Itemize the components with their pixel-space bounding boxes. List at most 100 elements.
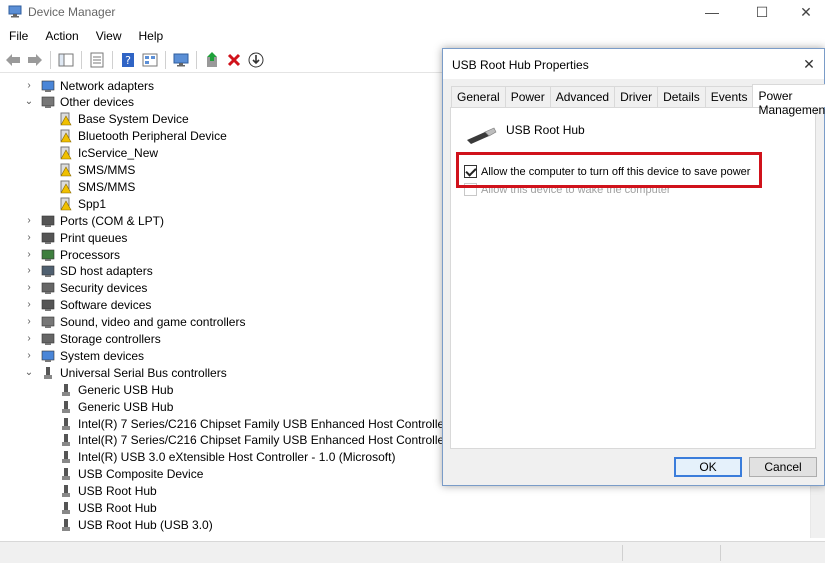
- unknown-device-icon: [60, 129, 72, 143]
- speaker-icon: [41, 316, 55, 329]
- download-icon[interactable]: [246, 50, 266, 70]
- warning-device-icon: [60, 112, 72, 126]
- tree-item[interactable]: USB Root Hub: [59, 500, 157, 517]
- tree-item[interactable]: › Processors: [27, 246, 121, 263]
- chevron-right-icon[interactable]: ›: [24, 265, 34, 276]
- properties-icon[interactable]: [87, 50, 107, 70]
- chevron-right-icon[interactable]: ›: [24, 282, 34, 293]
- tree-item-label: Security devices: [60, 281, 148, 296]
- chevron-down-icon[interactable]: ⌄: [24, 96, 34, 107]
- unknown-device-icon: [60, 180, 72, 194]
- chevron-right-icon[interactable]: ›: [24, 333, 34, 344]
- tree-item[interactable]: ⌄ Other devices: [25, 94, 135, 111]
- chevron-right-icon[interactable]: ›: [24, 299, 34, 310]
- tree-item[interactable]: ⌄ Universal Serial Bus controllers: [25, 364, 227, 381]
- chevron-right-icon[interactable]: ›: [24, 249, 34, 260]
- tab-advanced[interactable]: Advanced: [549, 86, 616, 107]
- ok-button[interactable]: OK: [674, 457, 742, 477]
- tree-item[interactable]: › Software devices: [27, 297, 152, 314]
- dialog-tabs: General Power Advanced Driver Details Ev…: [451, 84, 825, 117]
- update-driver-icon[interactable]: [202, 50, 222, 70]
- chevron-right-icon[interactable]: ›: [24, 215, 34, 226]
- view-icon[interactable]: [140, 50, 160, 70]
- tree-item[interactable]: › System devices: [27, 347, 144, 364]
- menu-view[interactable]: View: [87, 27, 130, 47]
- tree-item-label: Ports (COM & LPT): [60, 213, 165, 228]
- power-management-panel: USB Root Hub Allow the computer to turn …: [450, 107, 816, 449]
- tab-general[interactable]: General: [451, 86, 506, 107]
- status-divider: [622, 545, 623, 561]
- tab-driver[interactable]: Driver: [614, 86, 659, 107]
- tree-item[interactable]: SMS/MMS: [59, 178, 135, 195]
- tree-item-label: Processors: [60, 247, 121, 262]
- usb-device-icon: [62, 518, 70, 531]
- forward-arrow-icon[interactable]: [25, 50, 45, 70]
- close-button[interactable]: ✕: [783, 0, 825, 24]
- tree-item-label: USB Root Hub: [78, 501, 157, 515]
- tree-item[interactable]: SMS/MMS: [59, 162, 135, 179]
- chevron-right-icon[interactable]: ›: [24, 80, 34, 91]
- tab-power[interactable]: Power: [504, 86, 551, 107]
- tab-details[interactable]: Details: [657, 86, 706, 107]
- tree-item[interactable]: USB Root Hub: [59, 483, 157, 500]
- dialog-title: USB Root Hub Properties: [452, 58, 589, 72]
- tree-item-label: USB Root Hub: [78, 484, 157, 499]
- svg-text:?: ?: [125, 54, 131, 67]
- uninstall-icon[interactable]: [224, 50, 244, 70]
- back-arrow-icon[interactable]: [3, 50, 23, 70]
- tree-item[interactable]: › Security devices: [27, 280, 148, 297]
- highlight-box: [456, 152, 762, 188]
- tree-item-label: Spp1: [78, 196, 107, 211]
- chevron-right-icon[interactable]: ›: [24, 350, 34, 361]
- tree-item-label: SMS/MMS: [78, 179, 136, 194]
- tree-item-label: SMS/MMS: [78, 163, 136, 177]
- tree-item[interactable]: Intel(R) USB 3.0 eXtensible Host Control…: [59, 449, 395, 466]
- tab-power-management[interactable]: Power Management: [752, 84, 825, 117]
- usb-device-icon: [62, 485, 70, 498]
- maximize-button[interactable]: ☐: [739, 0, 785, 24]
- tree-item[interactable]: › Network adapters: [27, 77, 154, 94]
- usb-icon: [44, 366, 52, 379]
- chevron-right-icon[interactable]: ›: [24, 316, 34, 327]
- tree-item[interactable]: Generic USB Hub: [59, 398, 173, 415]
- menu-file[interactable]: File: [0, 27, 36, 47]
- minimize-button[interactable]: —: [689, 0, 735, 24]
- cancel-button[interactable]: Cancel: [749, 457, 817, 477]
- tab-events[interactable]: Events: [704, 86, 754, 107]
- other-devices-icon: [41, 97, 55, 109]
- dialog-close-button[interactable]: ✕: [800, 55, 818, 73]
- tree-item[interactable]: Intel(R) 7 Series/C216 Chipset Family US…: [59, 415, 487, 432]
- tree-item[interactable]: › Ports (COM & LPT): [27, 212, 165, 229]
- tree-item[interactable]: › Print queues: [27, 229, 127, 246]
- network-adapter-icon: [41, 80, 55, 92]
- tree-item[interactable]: › Storage controllers: [27, 331, 160, 348]
- tree-item[interactable]: Spp1: [59, 195, 106, 212]
- chevron-right-icon[interactable]: ›: [24, 232, 34, 243]
- tree-item[interactable]: Base System Device: [59, 111, 189, 128]
- tree-item[interactable]: › SD host adapters: [27, 263, 152, 280]
- tree-item[interactable]: › Sound, video and game controllers: [27, 314, 245, 331]
- usb-device-icon: [62, 434, 70, 447]
- help-icon[interactable]: ?: [118, 50, 138, 70]
- chevron-down-icon[interactable]: ⌄: [24, 367, 34, 378]
- tree-item[interactable]: USB Composite Device: [59, 466, 203, 483]
- tree-item[interactable]: Generic USB Hub: [59, 381, 173, 398]
- tree-item[interactable]: USB Root Hub (USB 3.0): [59, 516, 213, 533]
- tree-item-label: Software devices: [60, 298, 152, 313]
- tree-item-label: USB Composite Device: [78, 467, 204, 482]
- tree-item-label: Intel(R) 7 Series/C216 Chipset Family US…: [78, 416, 487, 431]
- printer-icon: [41, 232, 55, 244]
- tree-item-label: Other devices: [60, 95, 135, 110]
- menu-help[interactable]: Help: [130, 27, 172, 47]
- monitor-icon[interactable]: [171, 50, 191, 70]
- tree-item-label: Intel(R) USB 3.0 eXtensible Host Control…: [78, 450, 396, 465]
- console-tree-icon[interactable]: [56, 50, 76, 70]
- dialog-title-bar: USB Root Hub Properties ✕: [443, 49, 824, 79]
- tree-item[interactable]: IcService_New: [59, 145, 158, 162]
- tree-item[interactable]: Intel(R) 7 Series/C216 Chipset Family US…: [59, 432, 489, 449]
- menu-action[interactable]: Action: [36, 27, 86, 47]
- tree-item[interactable]: Bluetooth Peripheral Device: [59, 128, 227, 145]
- security-device-icon: [41, 282, 55, 295]
- port-icon: [41, 215, 55, 227]
- usb-device-icon: [62, 502, 70, 514]
